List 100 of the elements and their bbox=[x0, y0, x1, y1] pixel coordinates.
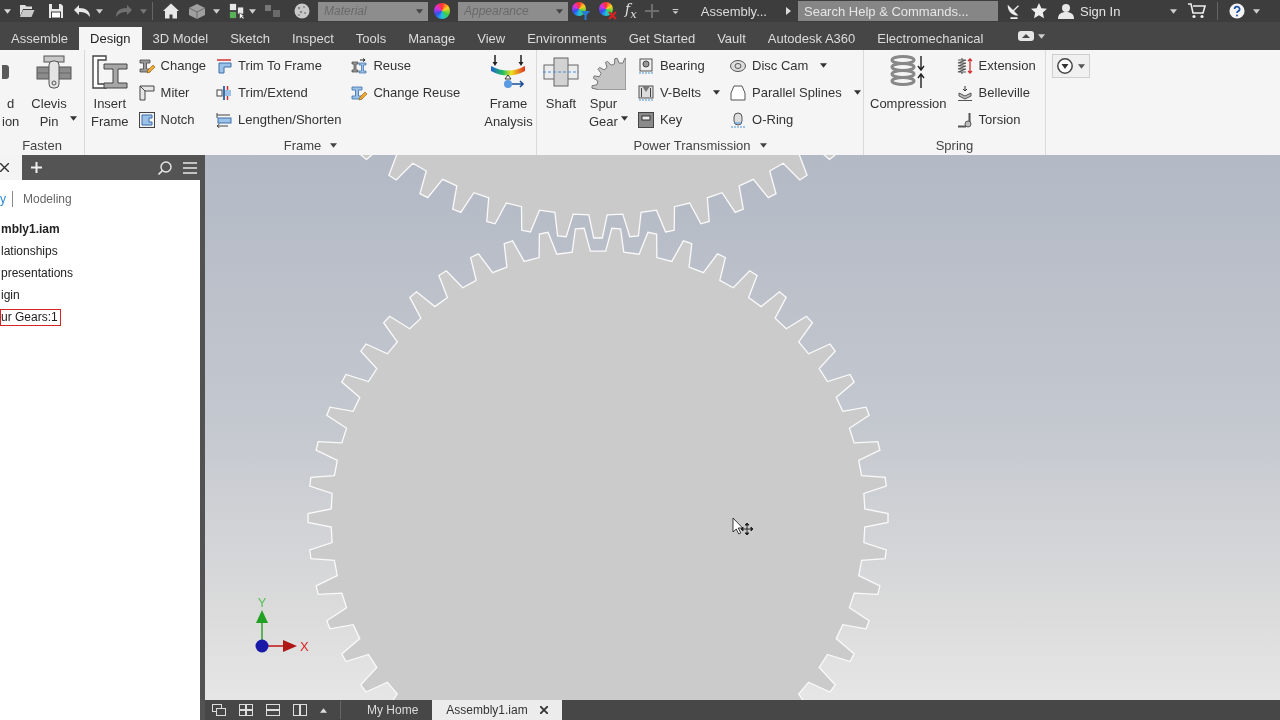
squares-icon[interactable] bbox=[264, 3, 282, 19]
ribbon-tool-button[interactable]: Parallel Splines bbox=[728, 79, 863, 106]
caret-icon[interactable] bbox=[96, 8, 103, 14]
function-button[interactable]: f$_{x}$ bbox=[625, 0, 637, 22]
fastener-icon bbox=[2, 65, 9, 79]
ribbon-tool-button[interactable]: Disc Cam bbox=[728, 52, 863, 79]
ribbon-tool-button[interactable]: V-Belts bbox=[635, 79, 723, 106]
color-filter-icon[interactable] bbox=[572, 2, 590, 20]
caret-icon[interactable] bbox=[671, 8, 679, 14]
caret-icon[interactable] bbox=[320, 707, 327, 713]
collapse-icon[interactable] bbox=[1018, 31, 1035, 41]
ribbon-tool-button[interactable]: Bearing bbox=[635, 52, 723, 79]
ribbon-tool-button[interactable]: Change bbox=[136, 52, 209, 79]
side-by-side-windows-icon[interactable] bbox=[293, 704, 307, 716]
undo-icon[interactable] bbox=[73, 3, 91, 19]
caret-icon[interactable] bbox=[786, 7, 791, 15]
cart-icon[interactable] bbox=[1188, 3, 1207, 19]
ribbon-tool-button[interactable]: Clevis Pin bbox=[29, 52, 79, 136]
ribbon-tool-button[interactable]: Trim To Frame bbox=[214, 52, 344, 79]
ribbon-tab[interactable]: Tools bbox=[344, 27, 398, 50]
tile-windows-icon[interactable] bbox=[239, 704, 253, 716]
ribbon-tab[interactable]: Autodesk A360 bbox=[756, 27, 867, 50]
ribbon-tool-button[interactable]: Spur Gear bbox=[587, 52, 630, 136]
document-tab[interactable]: Assembly1.iam bbox=[432, 700, 562, 720]
ribbon-tab[interactable]: Electromechanical bbox=[866, 27, 995, 50]
extend-icon bbox=[216, 84, 233, 101]
search-icon[interactable] bbox=[158, 160, 172, 175]
spring-icon bbox=[890, 54, 927, 90]
bearing-icon bbox=[637, 57, 654, 74]
document-tab[interactable]: My Home bbox=[353, 700, 433, 720]
stacked-windows-icon[interactable] bbox=[266, 704, 280, 716]
ribbon-tool-button[interactable]: Extension bbox=[954, 52, 1038, 79]
blocks-icon[interactable] bbox=[228, 3, 246, 19]
caret-icon[interactable] bbox=[213, 8, 220, 14]
sphere-icon[interactable] bbox=[294, 3, 310, 19]
search-field[interactable]: Search Help & Commands... bbox=[798, 1, 998, 21]
ribbon-tool-button[interactable]: Belleville bbox=[954, 79, 1038, 106]
tree-item[interactable]: lationships bbox=[0, 242, 61, 260]
panel-title-button[interactable]: Frame bbox=[281, 138, 340, 153]
close-icon[interactable] bbox=[0, 163, 9, 172]
color-wheel-icon[interactable] bbox=[434, 3, 450, 19]
ribbon-tab[interactable]: Get Started bbox=[617, 27, 707, 50]
panel-title-button[interactable]: Power Transmission bbox=[631, 138, 769, 153]
tree-item[interactable]: mbly1.iam bbox=[0, 220, 63, 238]
ribbon-tab[interactable]: 3D Model bbox=[141, 27, 220, 50]
ribbon-tab[interactable]: Sketch bbox=[219, 27, 281, 50]
caret-icon[interactable] bbox=[249, 8, 256, 14]
cursor-icon bbox=[732, 517, 754, 536]
caret-icon[interactable] bbox=[1253, 8, 1261, 14]
ribbon-tab[interactable]: Manage bbox=[397, 27, 467, 50]
options-button[interactable] bbox=[1052, 54, 1090, 78]
origin-dot-icon bbox=[255, 639, 269, 653]
caret-icon bbox=[1078, 63, 1085, 69]
color-clear-icon[interactable] bbox=[599, 2, 617, 20]
ribbon-tool-button[interactable]: d ion bbox=[0, 52, 22, 136]
spline-icon bbox=[730, 84, 747, 101]
close-icon[interactable] bbox=[539, 706, 548, 714]
ribbon-tool-button[interactable]: Miter bbox=[136, 79, 209, 106]
sign-in-link[interactable]: Sign In bbox=[1080, 3, 1121, 19]
cube-icon[interactable] bbox=[188, 3, 206, 19]
user-icon[interactable] bbox=[1058, 3, 1074, 19]
ribbon-tool-button[interactable]: Frame Analysis bbox=[482, 52, 535, 136]
menu-icon[interactable] bbox=[183, 160, 197, 175]
caret-icon[interactable] bbox=[1170, 8, 1178, 14]
browser-mode-link[interactable]: Modeling bbox=[23, 192, 72, 206]
ribbon-tool-button[interactable]: Reuse bbox=[349, 52, 463, 79]
ribbon-tool-button[interactable]: Compression bbox=[868, 52, 949, 136]
browser-tab[interactable] bbox=[0, 155, 22, 180]
caret-icon[interactable] bbox=[1038, 33, 1046, 39]
panel-title: Fasten bbox=[22, 138, 62, 153]
ribbon-tool-button[interactable]: Change Reuse bbox=[349, 79, 463, 106]
ribbon-tab[interactable]: Design bbox=[79, 27, 142, 50]
ribbon-tab[interactable]: Inspect bbox=[280, 27, 345, 50]
tree-item[interactable]: presentations bbox=[0, 264, 77, 282]
ribbon-tool-button[interactable]: O-Ring bbox=[728, 106, 863, 133]
home-icon[interactable] bbox=[163, 3, 179, 19]
axis-label: Y bbox=[257, 595, 267, 610]
disc-spring-icon bbox=[956, 84, 973, 101]
ribbon-tool-button[interactable]: Key bbox=[635, 106, 723, 133]
ribbon-tool-button[interactable]: Lengthen/Shorten bbox=[214, 106, 344, 133]
pin-icon bbox=[36, 54, 73, 90]
ribbon-tab[interactable]: View bbox=[466, 27, 517, 50]
ribbon-tab[interactable]: Environments bbox=[516, 27, 618, 50]
cascade-windows-icon[interactable] bbox=[212, 704, 226, 716]
spring-icon bbox=[956, 57, 973, 74]
ribbon-tool-button[interactable]: Trim/Extend bbox=[214, 79, 344, 106]
caret-icon[interactable] bbox=[4, 8, 11, 14]
help-icon[interactable] bbox=[1228, 3, 1247, 19]
ribbon-tool-button[interactable]: Torsion bbox=[954, 106, 1038, 133]
star-icon[interactable] bbox=[1031, 3, 1047, 19]
save-icon[interactable] bbox=[48, 3, 64, 19]
ribbon-tool-button[interactable]: Notch bbox=[136, 106, 209, 133]
tree-item[interactable]: igin bbox=[0, 286, 23, 304]
folder-icon[interactable] bbox=[19, 3, 35, 19]
browser-mode-link[interactable]: y bbox=[0, 192, 6, 206]
tree-item[interactable]: ur Gears:1 bbox=[0, 308, 61, 326]
ribbon-tab[interactable]: Vault bbox=[706, 27, 757, 50]
ribbon-tool-button[interactable]: Shaft bbox=[541, 52, 581, 136]
ribbon-tool-button[interactable]: Insert Frame bbox=[89, 52, 131, 136]
ribbon-tab[interactable]: Assemble bbox=[0, 27, 80, 50]
